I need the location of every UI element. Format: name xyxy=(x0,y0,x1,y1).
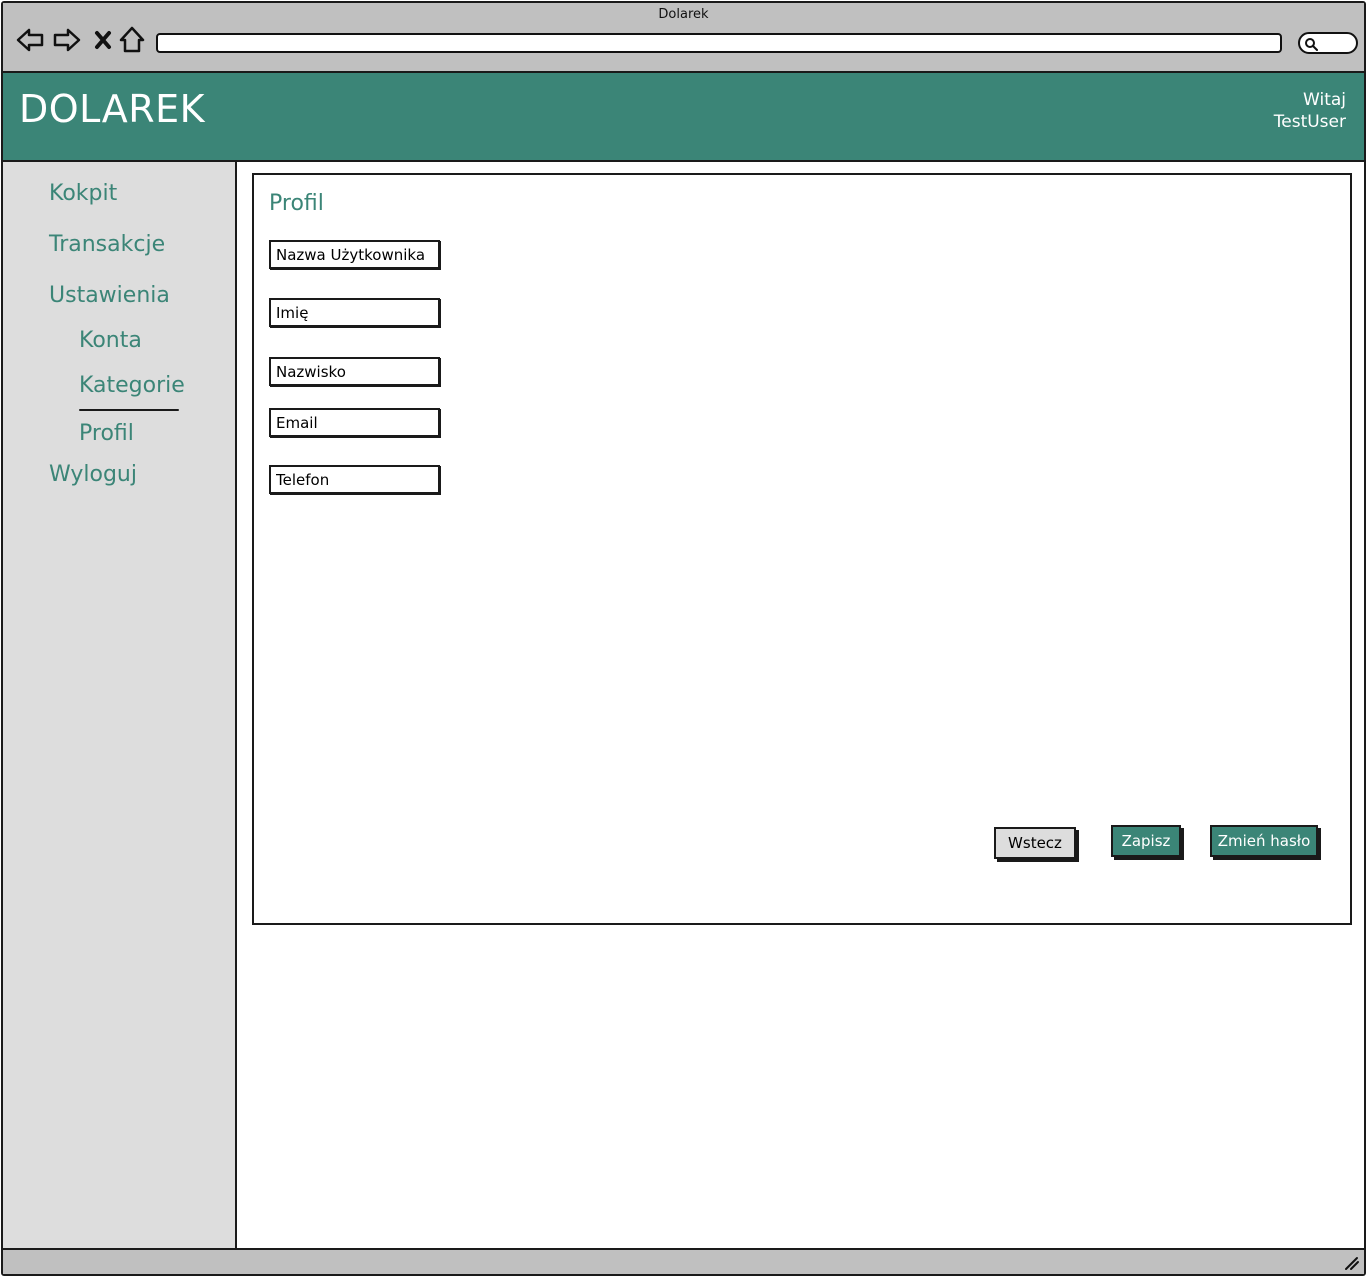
change-password-button[interactable]: Zmień hasło xyxy=(1210,825,1318,857)
app-header: DOLAREK Witaj TestUser xyxy=(3,73,1364,162)
status-bar xyxy=(3,1248,1364,1274)
window-title: Dolarek xyxy=(658,7,709,22)
sidebar-item-kokpit[interactable]: Kokpit xyxy=(49,181,117,206)
greeting-line: Witaj xyxy=(1303,90,1346,110)
username-label: TestUser xyxy=(1273,112,1346,132)
user-greeting: Witaj TestUser xyxy=(1274,89,1346,133)
sidebar: Kokpit Transakcje Ustawienia Konta Kateg… xyxy=(3,162,237,1250)
forward-arrow-icon[interactable] xyxy=(52,25,82,55)
sidebar-item-transakcje[interactable]: Transakcje xyxy=(49,232,165,257)
username-field[interactable] xyxy=(269,240,440,269)
resize-grip-icon[interactable] xyxy=(1342,1255,1360,1271)
browser-window: Dolarek DOLAREK Witaj TestUser Kokpit Tr… xyxy=(1,1,1366,1276)
sidebar-item-ustawienia[interactable]: Ustawienia xyxy=(49,283,170,308)
search-icon xyxy=(1305,38,1318,51)
browser-toolbar: Dolarek xyxy=(3,3,1364,73)
profile-panel: Profil Wstecz Zapisz Zmień hasło xyxy=(252,173,1352,925)
active-item-underline xyxy=(79,409,179,411)
phone-field[interactable] xyxy=(269,465,440,494)
back-arrow-icon[interactable] xyxy=(15,25,45,55)
sidebar-item-wyloguj[interactable]: Wyloguj xyxy=(49,462,137,487)
browser-search-field[interactable] xyxy=(1298,32,1358,54)
page-title: Profil xyxy=(269,191,324,216)
address-bar[interactable] xyxy=(156,33,1282,53)
email-field[interactable] xyxy=(269,408,440,437)
back-button[interactable]: Wstecz xyxy=(994,827,1076,859)
home-icon[interactable] xyxy=(117,25,147,55)
first-name-field[interactable] xyxy=(269,298,440,327)
sidebar-item-konta[interactable]: Konta xyxy=(79,328,142,353)
sidebar-item-kategorie[interactable]: Kategorie xyxy=(79,373,185,398)
save-button[interactable]: Zapisz xyxy=(1111,825,1181,857)
last-name-field[interactable] xyxy=(269,357,440,386)
sidebar-item-profil[interactable]: Profil xyxy=(79,421,134,446)
app-logo-text: DOLAREK xyxy=(19,87,206,131)
